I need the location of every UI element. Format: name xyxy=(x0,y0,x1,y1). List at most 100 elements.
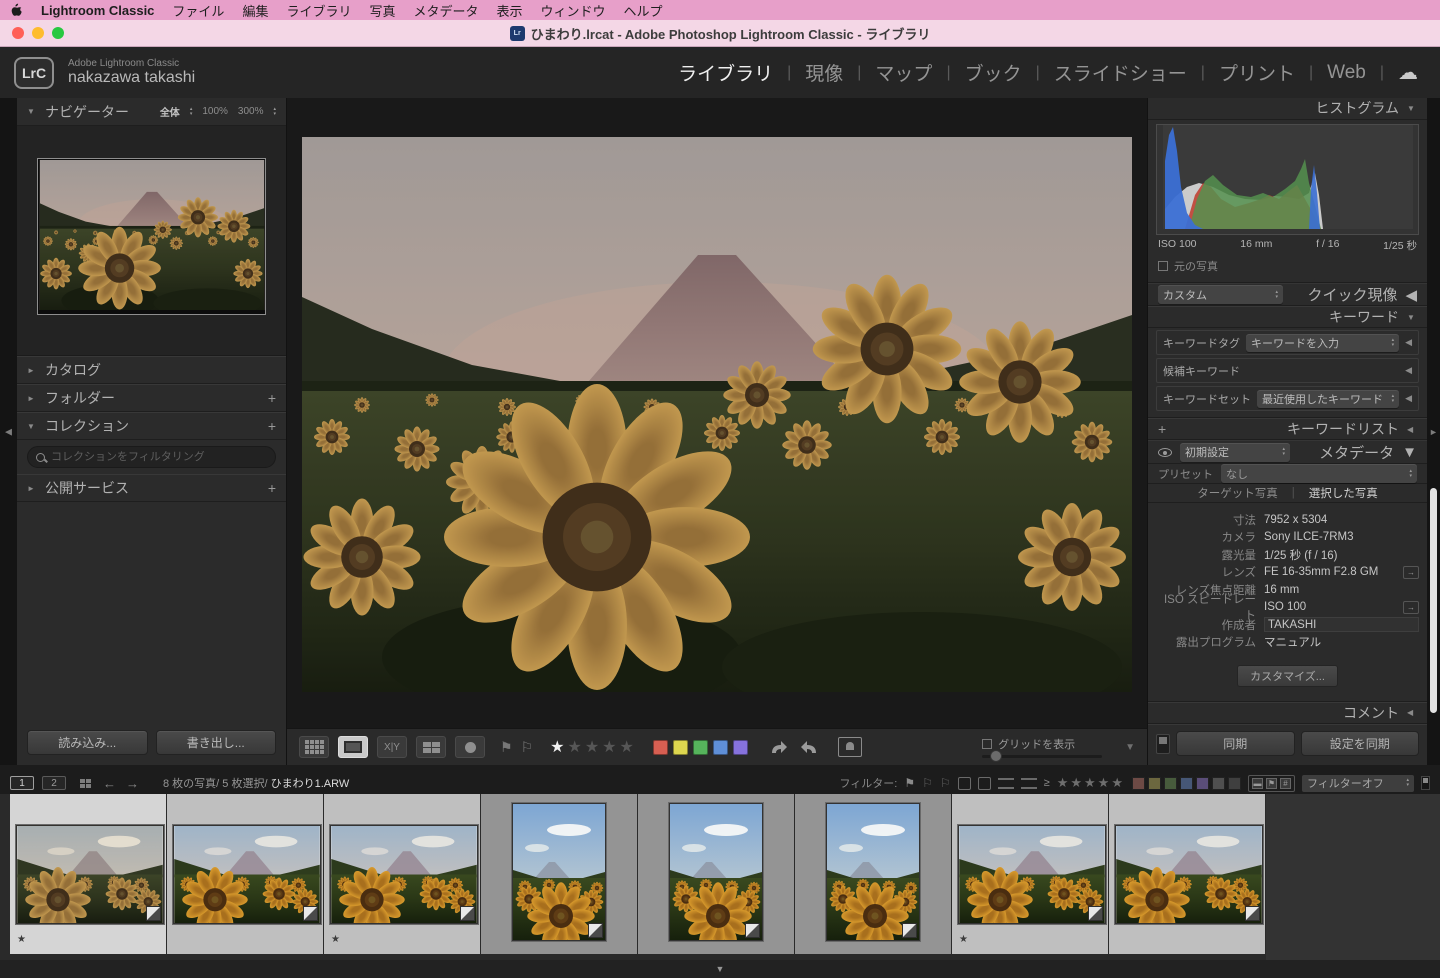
folders-section-header[interactable]: ► フォルダー + xyxy=(17,384,286,412)
develop-badge-icon[interactable] xyxy=(902,923,917,938)
collection-filter-input[interactable] xyxy=(51,451,267,463)
filter-video-icon[interactable]: # xyxy=(1280,778,1291,789)
import-button[interactable]: 読み込み... xyxy=(27,730,148,755)
filter-flag-reject-icon[interactable]: ⚐ xyxy=(940,776,951,790)
module-web[interactable]: Web xyxy=(1327,62,1366,84)
histogram-panel[interactable] xyxy=(1156,124,1419,235)
module-library[interactable]: ライブラリ xyxy=(678,59,773,86)
survey-view-icon[interactable] xyxy=(416,736,446,758)
second-window-button[interactable]: 2 xyxy=(42,776,66,790)
add-collection-icon[interactable]: + xyxy=(268,418,276,434)
menu-file[interactable]: ファイル xyxy=(172,1,224,20)
menu-metadata[interactable]: メタデータ xyxy=(413,1,478,20)
module-map[interactable]: マップ xyxy=(875,59,932,86)
filmstrip-cell-3[interactable]: ★ xyxy=(324,794,480,954)
saved-preset-combo[interactable]: カスタム ▴▾ xyxy=(1158,285,1283,304)
zoom-100-button[interactable]: 100% xyxy=(202,106,228,117)
autosync-toggle-icon[interactable] xyxy=(1156,734,1170,754)
menu-window[interactable]: ウィンドウ xyxy=(541,1,606,20)
filter-color-custom[interactable] xyxy=(1228,777,1241,790)
grid-view-icon[interactable] xyxy=(299,736,329,758)
flag-reject-icon[interactable]: ⚐ xyxy=(521,739,534,756)
menu-photo[interactable]: 写真 xyxy=(369,1,395,20)
sync-button[interactable]: 同期 xyxy=(1176,731,1295,756)
right-panel-scrollbar[interactable] xyxy=(1430,488,1437,713)
color-label-yellow[interactable] xyxy=(673,740,688,755)
keywording-header[interactable]: キーワード ▼ xyxy=(1148,306,1427,328)
star-3-icon[interactable]: ★ xyxy=(585,737,599,757)
compare-view-icon[interactable]: X|Y xyxy=(377,736,407,758)
metadata-view-combo[interactable]: 初期設定 ▴▾ xyxy=(1180,443,1290,462)
right-panel-edge[interactable]: ► xyxy=(1427,98,1440,765)
collection-filter-box[interactable] xyxy=(27,446,276,468)
selected-photo-tab[interactable]: 選択した写真 xyxy=(1309,485,1378,501)
comments-header[interactable]: コメント ◀ xyxy=(1148,702,1427,724)
disclosure-triangle-icon[interactable]: ▼ xyxy=(1407,104,1417,113)
disclosure-triangle-icon[interactable]: ▼ xyxy=(27,422,37,431)
keyword-list-header[interactable]: + キーワードリスト ◀ xyxy=(1148,418,1427,440)
customize-button[interactable]: カスタマイズ... xyxy=(1237,665,1338,687)
develop-badge-icon[interactable] xyxy=(460,906,475,921)
apple-icon[interactable] xyxy=(10,3,23,17)
disclosure-triangle-icon[interactable]: ► xyxy=(27,366,37,375)
collapse-filmstrip-icon[interactable]: ▼ xyxy=(716,964,725,974)
rotate-right-icon[interactable] xyxy=(799,738,821,756)
disclosure-triangle-icon[interactable]: ▼ xyxy=(1402,444,1417,461)
toolbar-options-icon[interactable]: ▼ xyxy=(1125,742,1135,753)
disclosure-triangle-icon[interactable]: ◀ xyxy=(1407,425,1417,434)
filter-edit-applied-icon[interactable] xyxy=(958,777,971,790)
cloud-sync-icon[interactable]: ☁ xyxy=(1398,60,1418,85)
filter-switch-icon[interactable] xyxy=(1421,776,1430,790)
loupe-view-icon[interactable] xyxy=(338,736,368,758)
collapse-right-panel-icon[interactable]: ► xyxy=(1427,427,1440,437)
iso-action-button[interactable]: → xyxy=(1403,601,1419,614)
keyword-set-combo[interactable]: 最近使用したキーワード ▴▾ xyxy=(1257,390,1399,408)
filter-flag-pick-icon[interactable]: ⚑ xyxy=(904,776,915,790)
original-photo-checkbox[interactable] xyxy=(1158,261,1168,271)
star-5-icon[interactable]: ★ xyxy=(620,737,634,757)
disclosure-triangle-icon[interactable]: ◀ xyxy=(1405,286,1417,304)
next-photo-icon[interactable]: → xyxy=(126,776,139,791)
bottom-edge[interactable]: ▼ xyxy=(0,960,1440,978)
slider-knob[interactable] xyxy=(990,750,1002,762)
develop-badge-icon[interactable] xyxy=(303,906,318,921)
develop-badge-icon[interactable] xyxy=(1088,906,1103,921)
disclosure-triangle-icon[interactable]: ◀ xyxy=(1407,708,1417,717)
lens-action-button[interactable]: → xyxy=(1403,566,1419,579)
expand-suggestions-icon[interactable]: ◀ xyxy=(1405,365,1412,376)
filmstrip-cell-4[interactable] xyxy=(481,794,637,954)
filmstrip-status[interactable]: 8 枚の写真/ 5 枚選択/ ひまわり1.ARW xyxy=(163,775,349,791)
filter-virtual-copy-icon[interactable]: ⚑ xyxy=(1266,778,1277,789)
filter-edit-unapplied-icon[interactable] xyxy=(978,777,991,790)
color-label-purple[interactable] xyxy=(733,740,748,755)
color-label-green[interactable] xyxy=(693,740,708,755)
filter-adjusted-icon[interactable] xyxy=(998,778,1014,789)
people-view-icon[interactable] xyxy=(455,736,485,758)
target-photo-tab[interactable]: ターゲット写真 xyxy=(1197,485,1278,501)
main-photo[interactable] xyxy=(302,137,1132,692)
close-window-button[interactable] xyxy=(12,27,24,39)
catalog-section-header[interactable]: ► カタログ xyxy=(17,356,286,384)
navigator-header[interactable]: ▼ ナビゲーター 全体 ▴▾ 100% 300% ▴▾ xyxy=(17,98,286,126)
filter-color-purple[interactable] xyxy=(1196,777,1209,790)
develop-badge-icon[interactable] xyxy=(588,923,603,938)
publish-services-section-header[interactable]: ► 公開サービス + xyxy=(17,474,286,502)
main-window-button[interactable]: 1 xyxy=(10,776,34,790)
zoom-window-button[interactable] xyxy=(52,27,64,39)
previous-photo-icon[interactable]: ← xyxy=(103,776,116,791)
left-panel-edge[interactable]: ◀ xyxy=(0,98,17,765)
keyword-tags-combo[interactable]: キーワードを入力 ▴▾ xyxy=(1246,334,1399,352)
eye-icon[interactable] xyxy=(1158,448,1172,457)
filmstrip-cell-2[interactable] xyxy=(167,794,323,954)
quick-develop-header[interactable]: カスタム ▴▾ クイック現像 ◀ xyxy=(1148,283,1427,307)
filter-color-green[interactable] xyxy=(1164,777,1177,790)
star-2-icon[interactable]: ★ xyxy=(567,737,581,757)
filmstrip-cell-1[interactable]: ★ xyxy=(10,794,166,954)
module-slideshow[interactable]: スライドショー xyxy=(1054,59,1187,86)
color-label-red[interactable] xyxy=(653,740,668,755)
creator-field[interactable]: TAKASHI xyxy=(1264,617,1419,632)
filter-color-none[interactable] xyxy=(1212,777,1225,790)
module-book[interactable]: ブック xyxy=(965,59,1022,86)
rotate-left-icon[interactable] xyxy=(767,738,789,756)
filter-master-icon[interactable]: ▬ xyxy=(1252,778,1263,789)
